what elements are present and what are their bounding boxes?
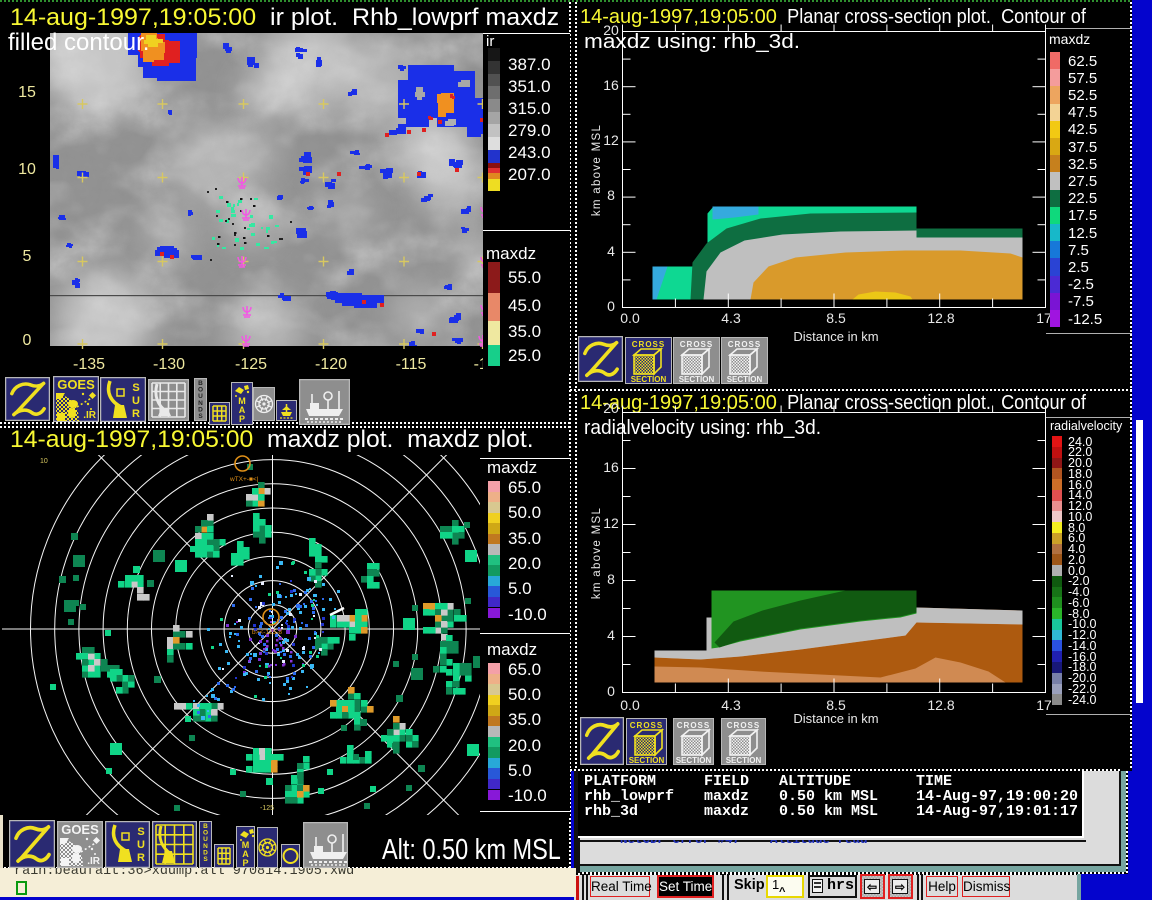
svg-text:CROSS: CROSS: [727, 721, 760, 730]
svg-text:GOES: GOES: [57, 377, 95, 392]
svg-text:CROSS: CROSS: [632, 340, 665, 349]
svg-text:-125: -125: [260, 805, 274, 812]
svg-text:R: R: [132, 408, 140, 420]
svg-text:km above MSL: km above MSL: [591, 507, 603, 599]
svg-text:S: S: [132, 382, 139, 394]
svg-text:R: R: [137, 852, 145, 864]
svg-text:SECTION: SECTION: [631, 375, 667, 384]
svg-text:CROSS: CROSS: [630, 721, 663, 730]
svg-text:SECTION: SECTION: [679, 375, 715, 384]
svg-text:GOES: GOES: [61, 822, 99, 837]
svg-text:SECTION: SECTION: [676, 756, 712, 765]
svg-text:S: S: [198, 413, 203, 420]
svg-text:b><-125-8: b><-125-8: [252, 629, 282, 636]
svg-text:P: P: [239, 414, 245, 424]
svg-text:P: P: [242, 858, 248, 868]
svg-text:U: U: [132, 395, 140, 407]
svg-text:wTX+-■<|: wTX+-■<|: [229, 476, 259, 483]
svg-text:CROSS: CROSS: [728, 340, 761, 349]
svg-text:km above MSL: km above MSL: [591, 124, 603, 216]
svg-text:10: 10: [40, 458, 48, 465]
svg-text:.IR: .IR: [83, 410, 97, 421]
svg-text:U: U: [137, 839, 145, 851]
svg-text:.IR: .IR: [87, 856, 101, 867]
svg-text:SECTION: SECTION: [727, 375, 763, 384]
svg-text:S: S: [137, 826, 144, 838]
svg-text:SECTION: SECTION: [726, 756, 762, 765]
svg-text:CROSS: CROSS: [677, 721, 710, 730]
svg-text:SECTION: SECTION: [629, 756, 665, 765]
svg-text:CROSS: CROSS: [680, 340, 713, 349]
svg-text:S: S: [203, 856, 208, 863]
